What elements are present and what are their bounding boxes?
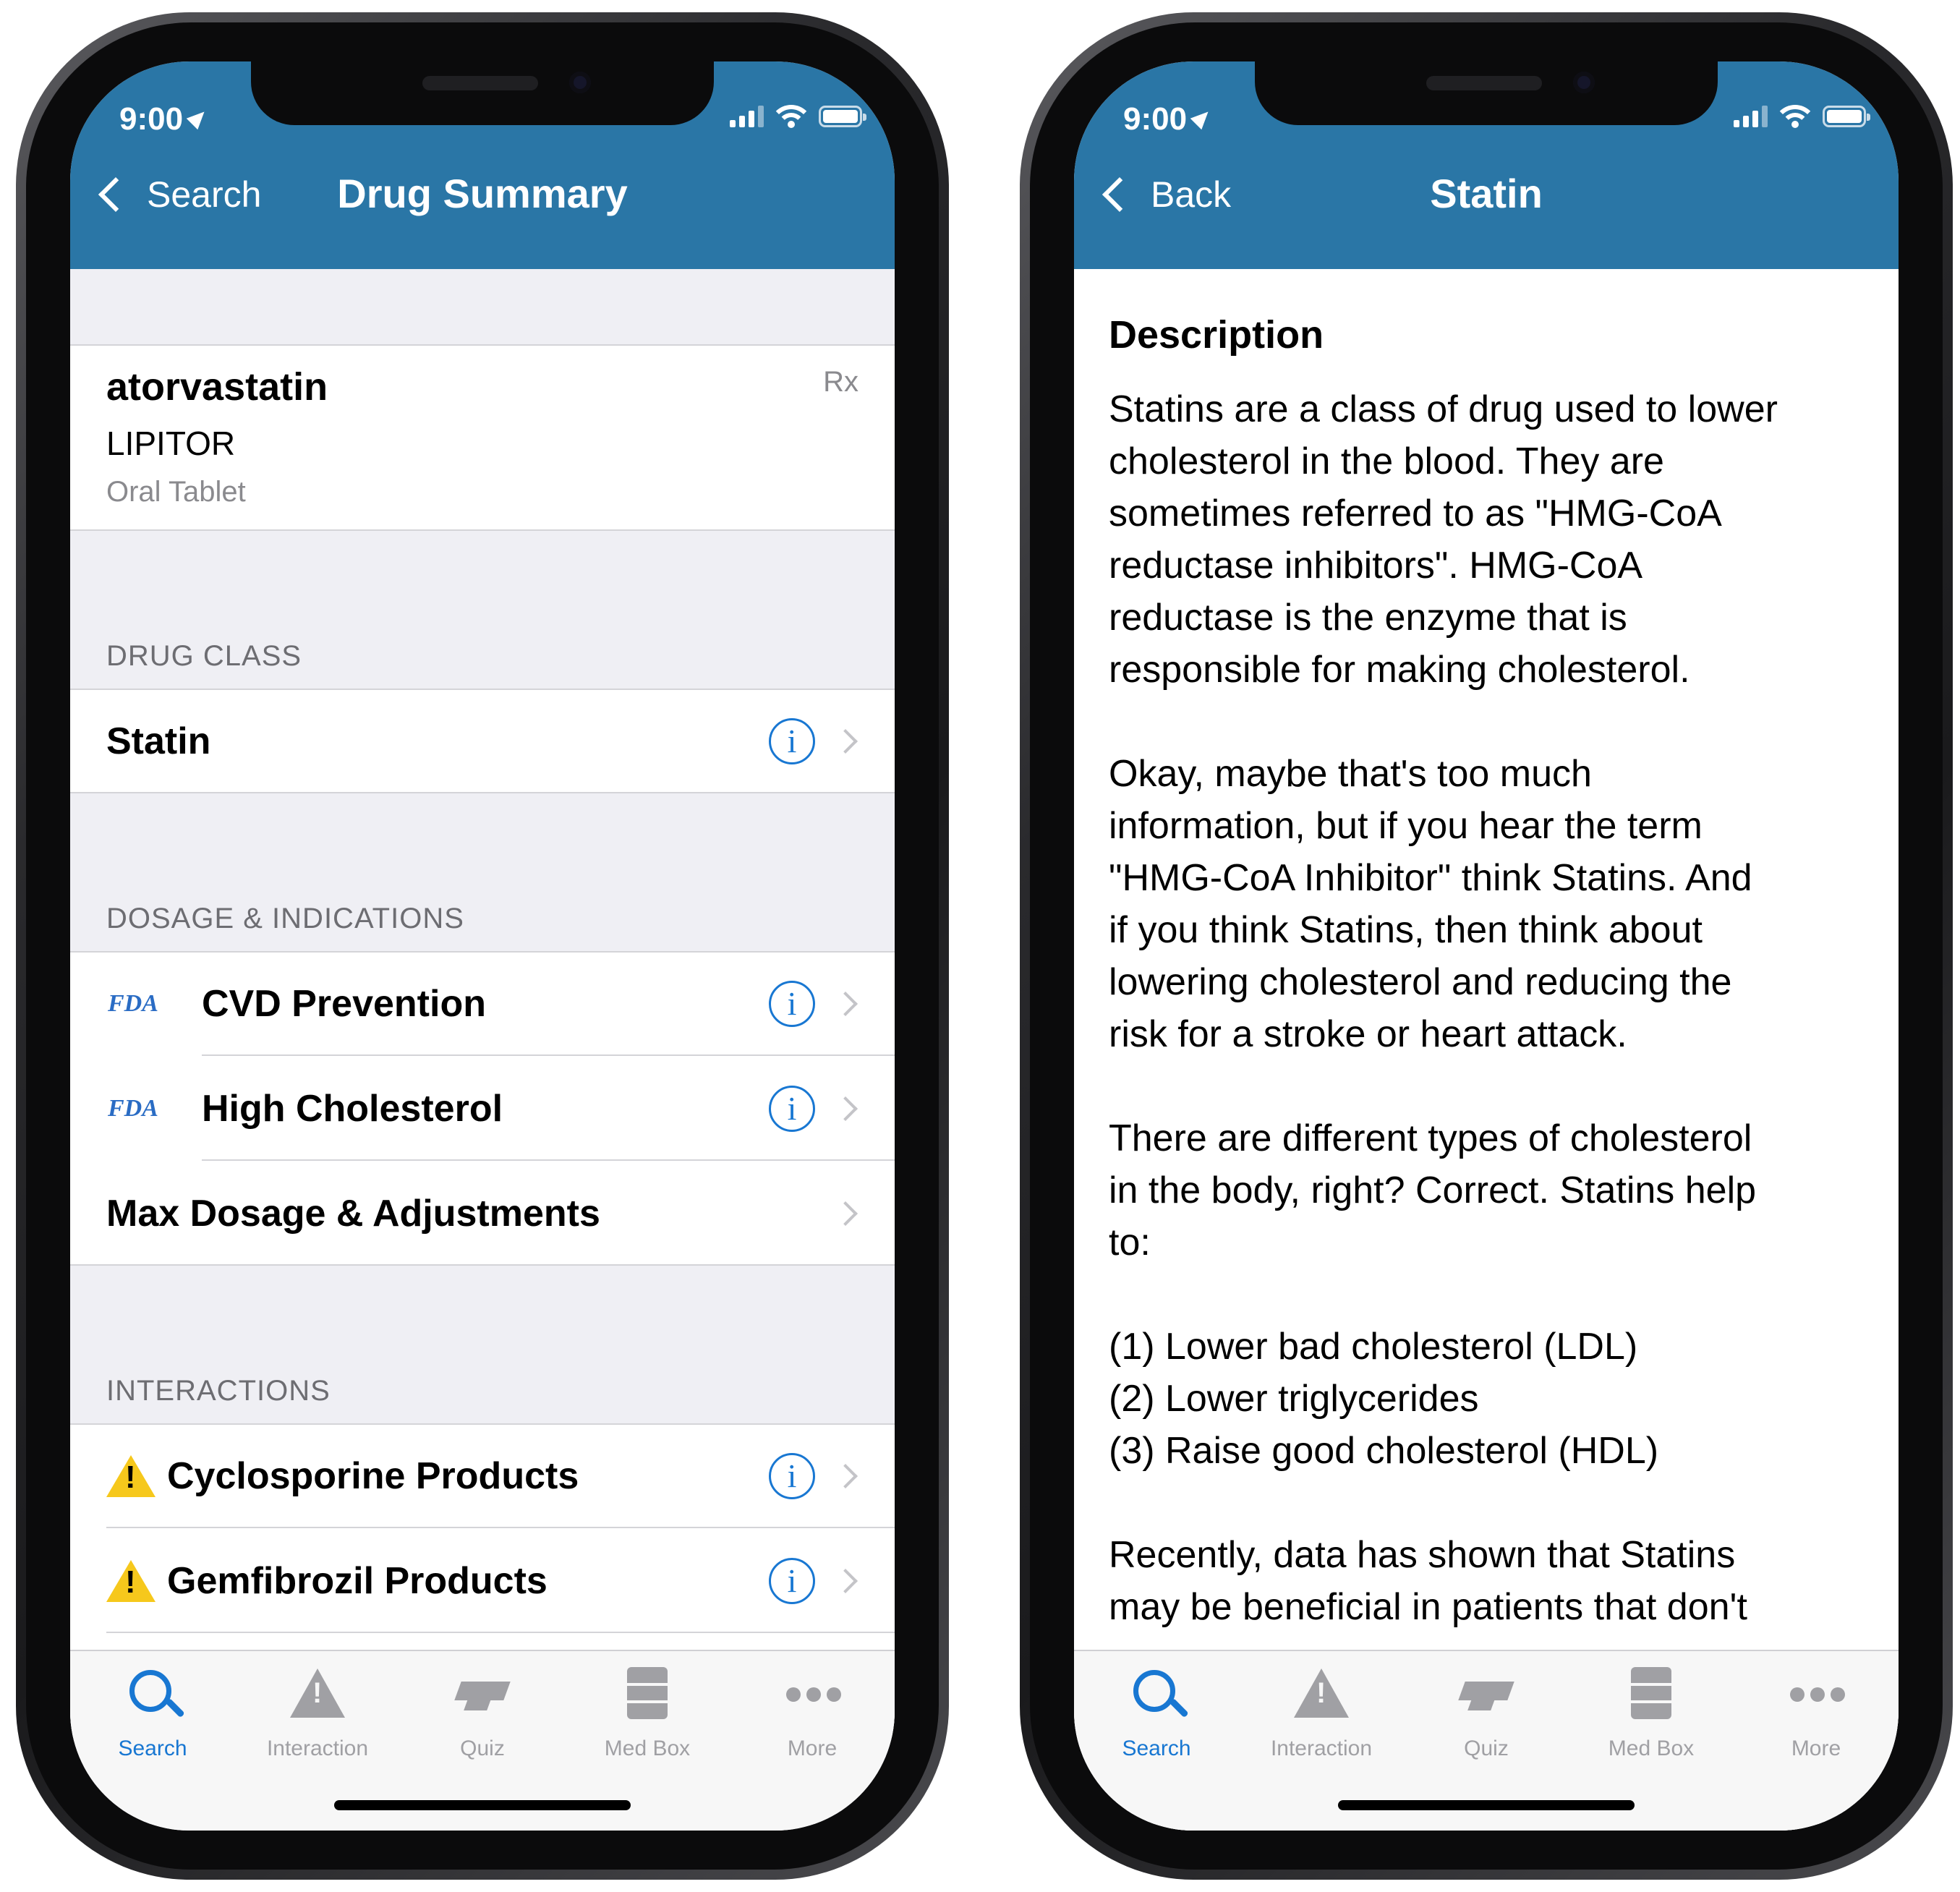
section-header-drug-class: DRUG CLASS: [106, 640, 302, 672]
tab-quiz[interactable]: Quiz: [400, 1666, 565, 1761]
speaker-grille: [1426, 76, 1542, 90]
status-indicators: [730, 105, 866, 128]
fda-badge: FDA: [108, 1094, 158, 1122]
home-indicator[interactable]: [334, 1800, 631, 1810]
search-icon: [122, 1666, 185, 1726]
warning-icon: [1291, 1666, 1352, 1726]
interaction-row-cyclosporine[interactable]: Cyclosporine Products i: [70, 1423, 895, 1528]
phone-frame-right: 9:00 Back Statin Description Statins are…: [1020, 12, 1953, 1880]
search-icon: [1126, 1666, 1189, 1726]
fda-badge: FDA: [108, 989, 158, 1017]
home-indicator[interactable]: [1338, 1800, 1635, 1810]
drug-class-row[interactable]: Statin i: [70, 689, 895, 793]
tab-med-box[interactable]: Med Box: [565, 1666, 730, 1761]
section-header-interactions: INTERACTIONS: [106, 1375, 331, 1407]
cabinet-icon: [1621, 1666, 1682, 1726]
chevron-right-icon: [833, 1096, 858, 1121]
drug-class-label: Statin: [106, 720, 211, 762]
tab-bar: Search Interaction Quiz Med Box More: [70, 1650, 895, 1831]
info-icon[interactable]: i: [769, 1452, 815, 1499]
tab-bar: Search Interaction Quiz Med Box More: [1074, 1650, 1899, 1831]
more-dots-icon: [1786, 1666, 1846, 1726]
warning-icon: [106, 1454, 155, 1497]
info-icon[interactable]: i: [769, 1085, 815, 1132]
graduation-cap-icon: [452, 1666, 513, 1726]
graduation-cap-icon: [1456, 1666, 1517, 1726]
description-paragraph: Okay, maybe that's too much information,…: [1109, 753, 1752, 1055]
info-icon[interactable]: i: [769, 1557, 815, 1604]
info-icon[interactable]: i: [769, 717, 815, 764]
navigation-bar: 9:00 Search Drug Summary: [70, 61, 895, 269]
drug-summary-list: atorvastatin LIPITOR Oral Tablet Rx DRUG…: [70, 269, 895, 1738]
description-paragraph: Statins are a class of drug used to lowe…: [1109, 388, 1778, 691]
dosage-label: High Cholesterol: [202, 1087, 503, 1130]
phone-frame-left: 9:00 Search Drug Summary atorvastatin LI…: [16, 12, 949, 1880]
section-header-dosage: DOSAGE & INDICATIONS: [106, 903, 464, 934]
wifi-icon: [775, 105, 807, 128]
interaction-label: Cyclosporine Products: [167, 1454, 579, 1497]
camera-icon: [569, 72, 591, 93]
chevron-right-icon: [833, 1463, 858, 1488]
description-paragraph: Recently, data has shown that Statins ma…: [1109, 1534, 1747, 1628]
tab-search[interactable]: Search: [1074, 1666, 1239, 1761]
speaker-grille: [422, 76, 538, 90]
camera-icon: [1573, 72, 1595, 93]
tab-more[interactable]: More: [1734, 1666, 1899, 1761]
drug-generic-name: atorvastatin: [106, 365, 328, 409]
battery-icon: [819, 106, 866, 127]
warning-icon: [287, 1666, 348, 1726]
screen-drug-summary: 9:00 Search Drug Summary atorvastatin LI…: [70, 61, 895, 1831]
chevron-right-icon: [833, 1568, 858, 1593]
location-arrow-icon: [186, 106, 210, 130]
tab-quiz[interactable]: Quiz: [1404, 1666, 1569, 1761]
warning-icon: [106, 1559, 155, 1602]
drug-form: Oral Tablet: [106, 476, 246, 508]
dosage-label: CVD Prevention: [202, 982, 486, 1025]
cabinet-icon: [617, 1666, 678, 1726]
notch: [251, 61, 714, 125]
cell-signal-icon: [1734, 106, 1768, 127]
status-time: 9:00: [1123, 101, 1214, 137]
location-arrow-icon: [1190, 106, 1214, 130]
chevron-right-icon: [833, 728, 858, 754]
tab-search[interactable]: Search: [70, 1666, 235, 1761]
dosage-row-max-dosage[interactable]: Max Dosage & Adjustments: [70, 1161, 895, 1266]
dosage-row-high-cholesterol[interactable]: FDA High Cholesterol i: [70, 1056, 895, 1161]
description-paragraph: (1) Lower bad cholesterol (LDL) (2) Lowe…: [1109, 1326, 1659, 1472]
page-title: Drug Summary: [337, 171, 628, 216]
tab-more[interactable]: More: [730, 1666, 895, 1761]
description-heading: Description: [1109, 313, 1324, 357]
description-content: Description Statins are a class of drug …: [1074, 269, 1899, 1831]
tab-interaction[interactable]: Interaction: [1239, 1666, 1404, 1761]
tab-interaction[interactable]: Interaction: [235, 1666, 400, 1761]
wifi-icon: [1779, 105, 1811, 128]
chevron-right-icon: [833, 991, 858, 1016]
drug-brand-name: LIPITOR: [106, 425, 236, 462]
interaction-row-gemfibrozil[interactable]: Gemfibrozil Products i: [70, 1528, 895, 1633]
navigation-bar: 9:00 Back Statin: [1074, 61, 1899, 269]
interaction-label: Gemfibrozil Products: [167, 1559, 547, 1602]
dosage-row-cvd-prevention[interactable]: FDA CVD Prevention i: [70, 951, 895, 1056]
dosage-label: Max Dosage & Adjustments: [106, 1192, 600, 1235]
chevron-right-icon: [833, 1201, 858, 1226]
page-title: Statin: [1430, 171, 1543, 216]
top-spacer: [70, 269, 895, 344]
notch: [1255, 61, 1718, 125]
description-paragraph: There are different types of cholesterol…: [1109, 1117, 1757, 1264]
rx-badge: Rx: [823, 366, 858, 398]
battery-icon: [1823, 106, 1870, 127]
status-indicators: [1734, 105, 1870, 128]
more-dots-icon: [782, 1666, 843, 1726]
screen-statin-detail: 9:00 Back Statin Description Statins are…: [1074, 61, 1899, 1831]
drug-card: atorvastatin LIPITOR Oral Tablet Rx: [70, 344, 895, 531]
cell-signal-icon: [730, 106, 764, 127]
status-time: 9:00: [119, 101, 210, 137]
tab-med-box[interactable]: Med Box: [1569, 1666, 1734, 1761]
info-icon[interactable]: i: [769, 980, 815, 1027]
